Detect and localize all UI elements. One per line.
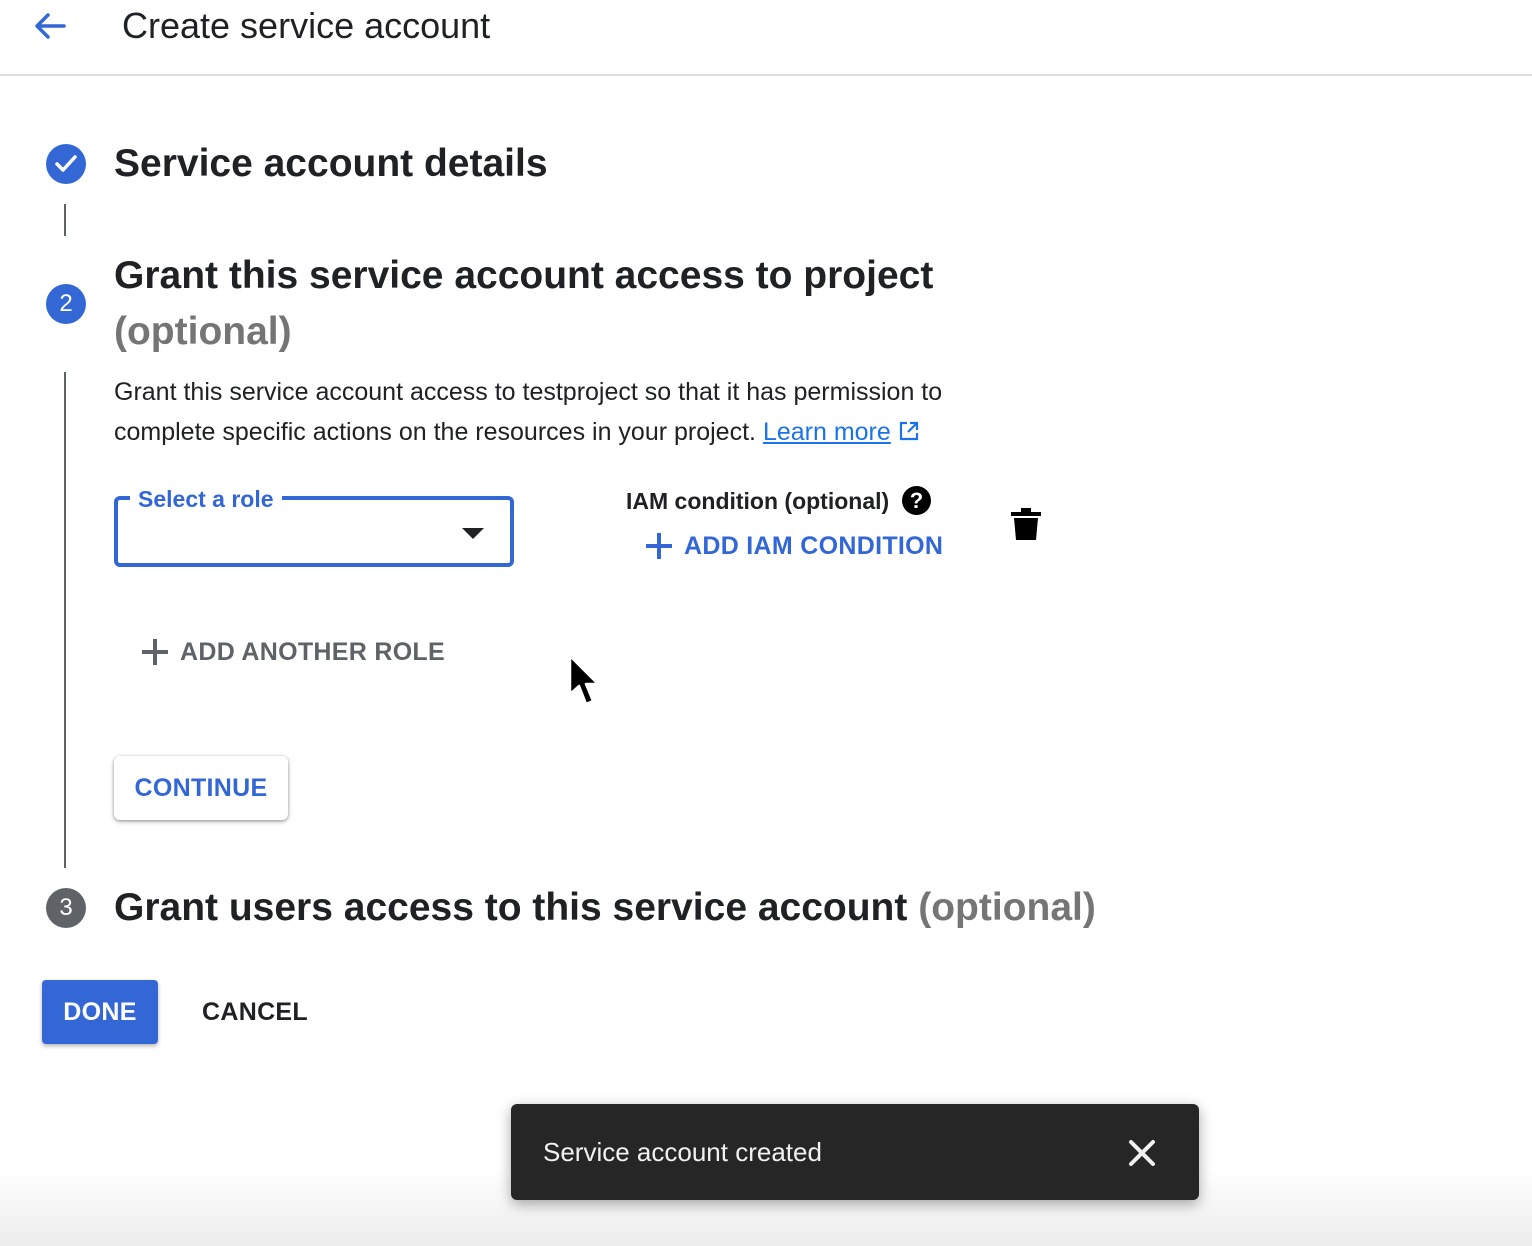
step-2-number-text: 2 <box>59 290 73 317</box>
step-2-title: Grant this service account access to pro… <box>114 248 1014 360</box>
external-link-icon <box>899 421 918 441</box>
iam-condition-label: IAM condition (optional) <box>626 488 890 514</box>
step-3-title-text: Grant users access to this service accou… <box>114 886 908 929</box>
cancel-button[interactable]: CANCEL <box>190 980 320 1044</box>
plus-icon <box>142 639 168 665</box>
close-icon[interactable] <box>1121 1132 1163 1174</box>
mouse-cursor-icon <box>568 654 600 706</box>
select-role-dropdown[interactable]: Select a role <box>114 482 514 567</box>
snackbar: Service account created <box>511 1104 1199 1200</box>
step-3-optional-label: (optional) <box>918 886 1096 929</box>
dropdown-arrow-icon <box>462 528 484 539</box>
step-3-number-text: 3 <box>59 894 73 921</box>
step-1-complete-icon <box>46 144 86 184</box>
step-2-title-text: Grant this service account access to pro… <box>114 254 934 297</box>
delete-icon[interactable] <box>1011 508 1041 540</box>
step-connector <box>64 204 66 236</box>
arrow-back-icon <box>35 13 66 39</box>
step-1-title-text: Service account details <box>114 142 548 185</box>
add-another-role-label: ADD ANOTHER ROLE <box>180 637 445 666</box>
step-2-description: Grant this service account access to tes… <box>114 372 1014 452</box>
add-another-role-button[interactable]: ADD ANOTHER ROLE <box>142 632 445 672</box>
step-3-number: 3 <box>46 888 86 928</box>
add-iam-condition-button[interactable]: ADD IAM CONDITION <box>646 526 943 566</box>
continue-button[interactable]: CONTINUE <box>114 756 288 820</box>
checkmark-icon <box>55 155 77 172</box>
step-3-title[interactable]: Grant users access to this service accou… <box>114 880 1114 936</box>
snackbar-message: Service account created <box>543 1137 822 1167</box>
step-connector <box>64 372 66 868</box>
page-header: Create service account <box>0 0 1532 76</box>
add-iam-condition-label: ADD IAM CONDITION <box>684 531 944 560</box>
plus-icon <box>646 533 672 559</box>
learn-more-link[interactable]: Learn more <box>763 418 891 446</box>
back-button[interactable] <box>28 6 72 46</box>
page-title: Create service account <box>122 5 491 46</box>
select-role-label: Select a role <box>130 482 282 516</box>
step-2-number: 2 <box>46 284 86 324</box>
step-2-optional-label: (optional) <box>114 310 292 353</box>
step-1-title[interactable]: Service account details <box>114 136 548 192</box>
help-icon[interactable]: ? <box>902 486 931 515</box>
done-button[interactable]: DONE <box>42 980 158 1044</box>
